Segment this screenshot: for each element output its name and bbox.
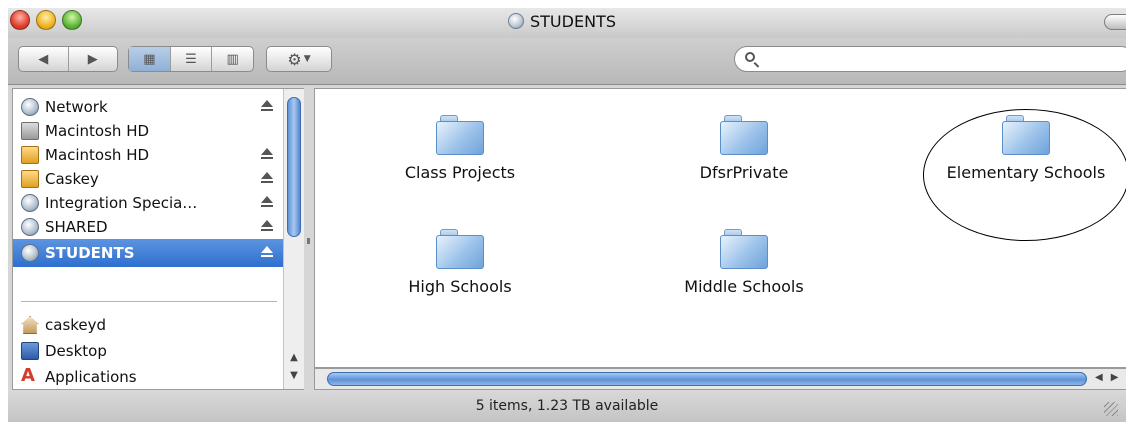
folder-content-area[interactable]: Class Projects DfsrPrivate Elementary Sc… (314, 88, 1126, 368)
forward-button[interactable]: ▶ (69, 47, 118, 71)
forward-arrow-icon: ▶ (87, 51, 98, 67)
sidebar-item-network[interactable]: Network (13, 95, 283, 119)
sidebar-item-macintosh-hd-external[interactable]: Macintosh HD (13, 143, 283, 167)
sidebar-item-label: Caskey (45, 170, 99, 188)
folder-label[interactable]: DfsrPrivate (649, 163, 839, 182)
search-input[interactable] (763, 50, 1126, 70)
splitter-handle[interactable] (307, 238, 310, 244)
sidebar-item-caskeyd[interactable]: caskeyd (13, 313, 283, 337)
folder-item[interactable]: Middle Schools (649, 227, 839, 317)
sidebar-item-integration-specialist[interactable]: Integration Specia… (13, 191, 283, 215)
horizontal-scroll-thumb[interactable] (327, 372, 1087, 386)
scroll-up-icon[interactable]: ▲ (287, 351, 301, 365)
minimize-button[interactable] (36, 10, 56, 30)
eject-icon[interactable] (261, 100, 273, 113)
sidebar-scrollbar[interactable]: ▲ ▼ (283, 89, 304, 389)
sidebar-splitter[interactable] (304, 88, 314, 390)
search-icon (745, 52, 755, 62)
sidebar-item-label: Network (45, 98, 108, 116)
sidebar-item-students[interactable]: STUDENTS (13, 239, 283, 267)
sidebar-divider (21, 301, 277, 302)
title-bar[interactable]: STUDENTS (8, 8, 1126, 38)
folder-icon[interactable] (720, 113, 768, 155)
scroll-left-icon[interactable]: ◀ (1095, 372, 1103, 386)
folder-icon[interactable] (436, 113, 484, 155)
column-view-icon: ▥ (226, 51, 239, 67)
external-drive-icon (21, 146, 39, 164)
sidebar-item-label: SHARED (45, 218, 108, 236)
sidebar-item-shared[interactable]: SHARED (13, 215, 283, 239)
toolbar-toggle-button[interactable] (1104, 14, 1126, 30)
back-forward-control: ◀ ▶ (18, 46, 118, 72)
sidebar-item-label: Integration Specia… (45, 194, 198, 212)
close-button[interactable] (10, 10, 30, 30)
toolbar: ◀ ▶ ▦ ☰ ▥ ⚙ ▼ (8, 38, 1126, 85)
window-title-text: STUDENTS (530, 11, 616, 31)
desktop-icon (21, 342, 39, 360)
sidebar-item-label: caskeyd (45, 316, 107, 334)
zoom-button[interactable] (62, 10, 82, 30)
applications-icon (21, 365, 39, 386)
sidebar-item-desktop[interactable]: Desktop (13, 339, 283, 363)
window-title: STUDENTS (508, 10, 616, 32)
sidebar-item-label: Macintosh HD (45, 146, 150, 164)
eject-icon[interactable] (261, 196, 273, 209)
finder-window: STUDENTS ◀ ▶ ▦ ☰ ▥ ⚙ ▼ Network Macintosh… (8, 8, 1126, 422)
view-control: ▦ ☰ ▥ (128, 46, 254, 72)
sidebar-item-applications[interactable]: Applications (13, 365, 283, 389)
home-icon (21, 316, 39, 334)
icon-view-icon: ▦ (143, 51, 156, 67)
action-menu-button[interactable]: ⚙ ▼ (266, 46, 332, 72)
hard-drive-icon (21, 122, 39, 140)
horizontal-scroll-arrows: ◀ ▶ (1095, 372, 1126, 386)
folder-label[interactable]: Middle Schools (649, 277, 839, 296)
network-globe-icon (21, 218, 39, 236)
icon-view-button[interactable]: ▦ (129, 47, 171, 71)
back-button[interactable]: ◀ (19, 47, 69, 71)
sidebar-item-label: Applications (45, 368, 137, 386)
scroll-right-icon[interactable]: ▶ (1111, 372, 1119, 386)
sidebar-item-label: Macintosh HD (45, 122, 150, 140)
eject-icon[interactable] (261, 148, 273, 161)
network-globe-icon (21, 194, 39, 212)
network-globe-icon (21, 98, 39, 116)
folder-icon[interactable] (436, 227, 484, 269)
scroll-down-icon[interactable]: ▼ (287, 369, 301, 383)
folder-item[interactable]: DfsrPrivate (649, 113, 839, 203)
sidebar-item-label: Desktop (45, 342, 107, 360)
status-bar: 5 items, 1.23 TB available (8, 390, 1126, 422)
gear-icon: ⚙ (287, 49, 302, 69)
sidebar-scroll-thumb[interactable] (287, 97, 301, 237)
eject-icon[interactable] (261, 246, 273, 259)
annotation-circle (923, 109, 1126, 241)
status-text: 5 items, 1.23 TB available (475, 398, 659, 414)
resize-grip-icon[interactable] (1104, 402, 1118, 416)
sidebar-item-caskey[interactable]: Caskey (13, 167, 283, 191)
list-view-button[interactable]: ☰ (171, 47, 213, 71)
back-arrow-icon: ◀ (38, 51, 49, 67)
search-field[interactable] (734, 46, 1126, 72)
eject-icon[interactable] (261, 172, 273, 185)
folder-item[interactable]: High Schools (365, 227, 555, 317)
folder-item[interactable]: Class Projects (365, 113, 555, 203)
list-view-icon: ☰ (185, 51, 197, 67)
chevron-down-icon: ▼ (303, 54, 311, 64)
horizontal-scrollbar[interactable]: ◀ ▶ (314, 368, 1126, 390)
folder-label[interactable]: Class Projects (365, 163, 555, 182)
sidebar-item-label: STUDENTS (45, 244, 135, 262)
eject-icon[interactable] (261, 220, 273, 233)
sidebar: Network Macintosh HD Macintosh HD Caskey… (12, 88, 304, 390)
folder-icon[interactable] (720, 227, 768, 269)
sidebar-item-macintosh-hd[interactable]: Macintosh HD (13, 119, 283, 143)
folder-label[interactable]: High Schools (365, 277, 555, 296)
column-view-button[interactable]: ▥ (212, 47, 253, 71)
external-drive-icon (21, 170, 39, 188)
network-globe-icon (21, 244, 39, 262)
network-globe-icon (508, 13, 524, 29)
